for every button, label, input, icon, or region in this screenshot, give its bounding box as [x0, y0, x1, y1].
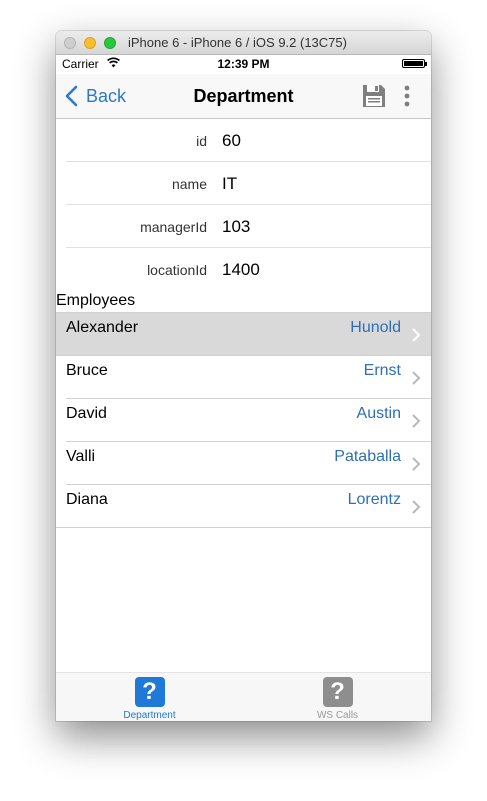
employee-first-name: Bruce [66, 362, 108, 379]
field-row-locationid: locationId 1400 [56, 248, 431, 291]
chevron-right-icon [412, 457, 421, 471]
list-item[interactable]: Alexander Hunold [56, 313, 431, 356]
employee-last-name: Ernst [363, 362, 401, 379]
chevron-right-icon [412, 500, 421, 514]
employees-section-header: Employees [56, 292, 136, 309]
question-icon: ? [134, 677, 165, 707]
floppy-disk-icon [363, 85, 385, 107]
minimize-window-button[interactable] [84, 37, 96, 49]
employee-first-name: Diana [66, 491, 108, 508]
chevron-right-icon [412, 371, 421, 385]
field-value-id[interactable]: 60 [222, 131, 241, 151]
employee-last-name: Hunold [350, 319, 401, 336]
chevron-right-icon [412, 328, 421, 342]
chevron-right-icon [412, 414, 421, 428]
employee-first-name: Alexander [66, 319, 139, 336]
status-time: 12:39 PM [217, 57, 270, 71]
employee-last-name: Austin [356, 405, 401, 422]
list-item[interactable]: David Austin [56, 399, 431, 442]
field-row-managerid: managerId 103 [56, 205, 431, 248]
field-label: locationId [147, 262, 207, 278]
zoom-window-button[interactable] [104, 37, 116, 49]
question-icon: ? [322, 677, 353, 707]
employees-list: Alexander Hunold Bruce Ernst David Austi… [56, 312, 431, 528]
save-button[interactable] [362, 84, 386, 108]
simulator-window: iPhone 6 - iPhone 6 / iOS 9.2 (13C75) Ca… [56, 31, 431, 721]
tab-ws-calls[interactable]: ? WS Calls [244, 673, 431, 721]
field-value-managerid[interactable]: 103 [222, 217, 250, 237]
field-value-locationid[interactable]: 1400 [222, 260, 260, 280]
close-window-button[interactable] [64, 37, 76, 49]
window-title: iPhone 6 - iPhone 6 / iOS 9.2 (13C75) [128, 35, 347, 50]
employee-last-name: Lorentz [347, 491, 401, 508]
field-value-name[interactable]: IT [222, 174, 237, 194]
field-label: id [196, 133, 207, 149]
tab-bar: ? Department ? WS Calls [56, 672, 431, 721]
tab-label: WS Calls [316, 710, 359, 721]
window-titlebar: iPhone 6 - iPhone 6 / iOS 9.2 (13C75) [56, 31, 431, 55]
list-item[interactable]: Bruce Ernst [56, 356, 431, 399]
tab-label: Department [123, 710, 176, 721]
field-row-id: id 60 [56, 119, 431, 162]
more-vertical-icon [404, 85, 410, 107]
employee-first-name: David [66, 405, 107, 422]
tab-department[interactable]: ? Department [56, 673, 243, 721]
battery-icon [402, 59, 427, 68]
status-bar: Carrier 12:39 PM [56, 54, 431, 74]
department-form: id 60 name IT managerId 103 locationId 1… [56, 119, 431, 291]
employee-last-name: Pataballa [334, 448, 401, 465]
field-label: name [171, 176, 207, 192]
list-item[interactable]: Diana Lorentz [56, 485, 431, 528]
more-options-button[interactable] [400, 84, 414, 108]
employee-first-name: Valli [66, 448, 96, 465]
field-label: managerId [140, 219, 207, 235]
field-row-name: name IT [56, 162, 431, 205]
navigation-bar: Back Department [56, 74, 431, 119]
list-item[interactable]: Valli Pataballa [56, 442, 431, 485]
